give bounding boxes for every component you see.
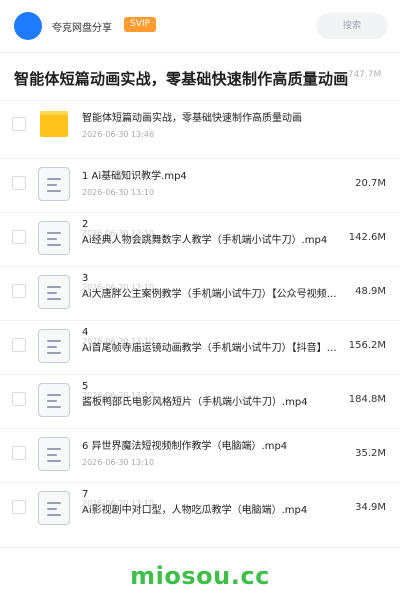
avatar[interactable]	[14, 12, 42, 40]
page-title: 智能体短篇动画实战，零基础快速制作高质量动画	[14, 70, 349, 88]
video-file-icon	[38, 437, 70, 471]
video-file-icon	[38, 491, 70, 525]
file-date: 2026-06-30 13:10	[82, 188, 155, 197]
file-row[interactable]: 2026-06-30 13:10 2 Ai经典人物会跳舞数字人教学（手机端小试牛刀）…	[0, 212, 400, 266]
title-bar: 智能体短篇动画实战，零基础快速制作高质量动画 · 747.7M	[0, 52, 400, 100]
file-name: 5 酱板鸭邵氏电影风格短片（手机端小试牛刀）.mp4	[82, 380, 338, 409]
file-name: 1 Ai基础知识教学.mp4	[82, 171, 187, 182]
row-checkbox[interactable]	[12, 500, 26, 514]
file-row[interactable]: 2026-06-30 13:10 3 Ai大唐胖公主案例教学（手机端小试牛刀）【公众…	[0, 266, 400, 320]
video-file-icon	[38, 329, 70, 363]
file-name-text: 酱板鸭邵氏电影风格短片（手机端小试牛刀）.mp4	[82, 397, 308, 408]
file-name: 2 Ai经典人物会跳舞数字人教学（手机端小试牛刀）.mp4	[82, 218, 338, 247]
file-row[interactable]: 2026-06-30 13:10 7 Ai影视剧中对口型，人物吃瓜教学（电脑端）.m…	[0, 482, 400, 536]
file-name: 7 Ai影视剧中对口型，人物吃瓜教学（电脑端）.mp4	[82, 488, 338, 517]
file-name: 6 异世界魔法短视频制作教学（电脑端）.mp4	[82, 441, 288, 452]
file-name-text: Ai大唐胖公主案例教学（手机端小试牛刀）【公众号视频号】.mp4	[82, 289, 338, 300]
video-file-icon	[38, 167, 70, 201]
file-date: 2026-06-30 13:46	[82, 130, 155, 139]
file-name-text: Ai经典人物会跳舞数字人教学（手机端小试牛刀）.mp4	[82, 235, 328, 246]
video-file-icon	[38, 383, 70, 417]
file-size: 48.9M	[355, 286, 386, 297]
file-name: 智能体短篇动画实战，零基础快速制作高质量动画	[82, 113, 302, 124]
file-row[interactable]: 2026-06-30 13:10 5 酱板鸭邵氏电影风格短片（手机端小试牛刀）.mp…	[0, 374, 400, 428]
svip-badge: SVIP	[124, 17, 156, 32]
file-size: 20.7M	[355, 178, 386, 189]
folder-row[interactable]: 智能体短篇动画实战，零基础快速制作高质量动画 2026-06-30 13:46	[0, 100, 400, 154]
row-checkbox[interactable]	[12, 392, 26, 406]
file-row[interactable]: 1 Ai基础知识教学.mp4 2026-06-30 13:10 20.7M	[0, 158, 400, 212]
video-file-icon	[38, 221, 70, 255]
divider	[0, 547, 400, 548]
file-name: 3 Ai大唐胖公主案例教学（手机端小试牛刀）【公众号视频号】.mp4	[82, 272, 338, 301]
file-name: 4 Ai首尾帧寺庙运镜动画教学（手机端小试牛刀）【抖音】.mp4	[82, 326, 338, 355]
file-index: 7	[82, 489, 89, 500]
file-index: 2	[82, 219, 89, 230]
share-owner-name: 夸克网盘分享	[52, 23, 112, 34]
row-checkbox[interactable]	[12, 176, 26, 190]
file-row[interactable]: 6 异世界魔法短视频制作教学（电脑端）.mp4 2026-06-30 13:10 3…	[0, 428, 400, 482]
file-size: 156.2M	[348, 340, 386, 351]
file-name-text: Ai首尾帧寺庙运镜动画教学（手机端小试牛刀）【抖音】.mp4	[82, 343, 338, 354]
file-row[interactable]: 2026-06-30 13:10 4 Ai首尾帧寺庙运镜动画教学（手机端小试牛刀）【…	[0, 320, 400, 374]
file-index: 5	[82, 381, 89, 392]
file-index: 4	[82, 327, 89, 338]
file-name-text: Ai影视剧中对口型，人物吃瓜教学（电脑端）.mp4	[82, 505, 308, 516]
file-size: 34.9M	[355, 502, 386, 513]
file-index: 3	[82, 273, 89, 284]
row-checkbox[interactable]	[12, 446, 26, 460]
video-file-icon	[38, 275, 70, 309]
file-date: 2026-06-30 13:10	[82, 458, 155, 467]
search-input[interactable]: 搜索	[316, 13, 388, 39]
folder-icon	[40, 111, 68, 137]
row-checkbox[interactable]	[12, 338, 26, 352]
row-checkbox[interactable]	[12, 284, 26, 298]
share-header: 夸克网盘分享 SVIP 搜索	[0, 0, 400, 52]
file-size: 35.2M	[355, 448, 386, 459]
total-size: · 747.7M	[342, 70, 382, 80]
file-size: 142.6M	[348, 232, 386, 243]
row-checkbox[interactable]	[12, 117, 26, 131]
watermark: miosou.cc	[130, 562, 270, 590]
row-checkbox[interactable]	[12, 230, 26, 244]
file-size: 184.8M	[348, 394, 386, 405]
